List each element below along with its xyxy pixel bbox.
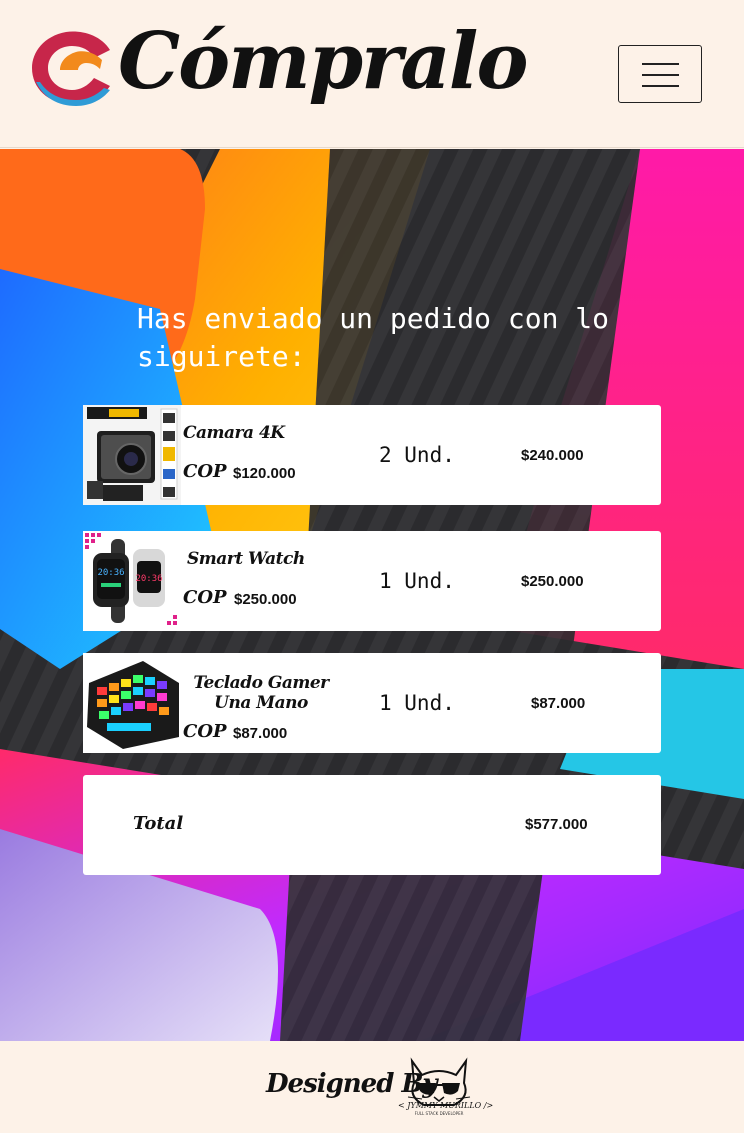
total-value: $577.000	[525, 816, 588, 833]
brand-name: Cómpralo	[118, 16, 528, 107]
site-footer: Designed By < JYMMY MURILLO /> FULL STAC…	[0, 1041, 744, 1133]
product-image	[83, 405, 181, 505]
action-camera-icon	[83, 405, 181, 505]
svg-text:20:36: 20:36	[135, 574, 162, 584]
product-name: Camara 4K	[183, 423, 285, 443]
developer-role: FULL STACK DEVELOPER	[414, 1111, 464, 1116]
currency-label: COP	[183, 461, 227, 482]
order-total-card: Total $577.000	[83, 775, 661, 875]
developer-name: < JYMMY MURILLO />	[398, 1101, 494, 1110]
brand-logo-mark-icon	[32, 31, 110, 106]
product-name: Smart Watch	[187, 549, 305, 569]
gaming-keypad-icon	[83, 653, 181, 753]
product-name: Teclado Gamer Una Mano	[193, 673, 329, 713]
hamburger-menu-button[interactable]	[618, 45, 702, 103]
line-subtotal: $250.000	[521, 573, 584, 590]
order-item-card: Camara 4K COP $120.000 2 Und. $240.000	[83, 405, 661, 505]
quantity: 1 Und.	[379, 569, 455, 593]
order-item-card: 20:36 20:36 Smart Watch COP $250.000 1 U…	[83, 531, 661, 631]
order-confirmation-message: Has enviado un pedido con lo siguirete:	[137, 302, 610, 373]
product-image: 20:36 20:36	[83, 531, 181, 631]
unit-price: $120.000	[233, 465, 296, 482]
order-item-card: Teclado Gamer Una Mano COP $87.000 1 Und…	[83, 653, 661, 753]
unit-price: $87.000	[233, 725, 288, 742]
total-label: Total	[133, 813, 184, 834]
currency-label: COP	[183, 587, 227, 608]
site-header: Cómpralo	[0, 0, 744, 148]
svg-text:20:36: 20:36	[97, 568, 124, 578]
quantity: 2 Und.	[379, 443, 455, 467]
quantity: 1 Und.	[379, 691, 455, 715]
product-image	[83, 653, 181, 753]
line-subtotal: $240.000	[521, 447, 584, 464]
line-subtotal: $87.000	[531, 695, 586, 712]
currency-label: COP	[183, 721, 227, 742]
hamburger-menu-icon	[642, 63, 679, 65]
unit-price: $250.000	[234, 591, 297, 608]
brand-logo[interactable]: Cómpralo	[30, 16, 528, 142]
smart-watch-icon: 20:36 20:36	[83, 531, 181, 631]
